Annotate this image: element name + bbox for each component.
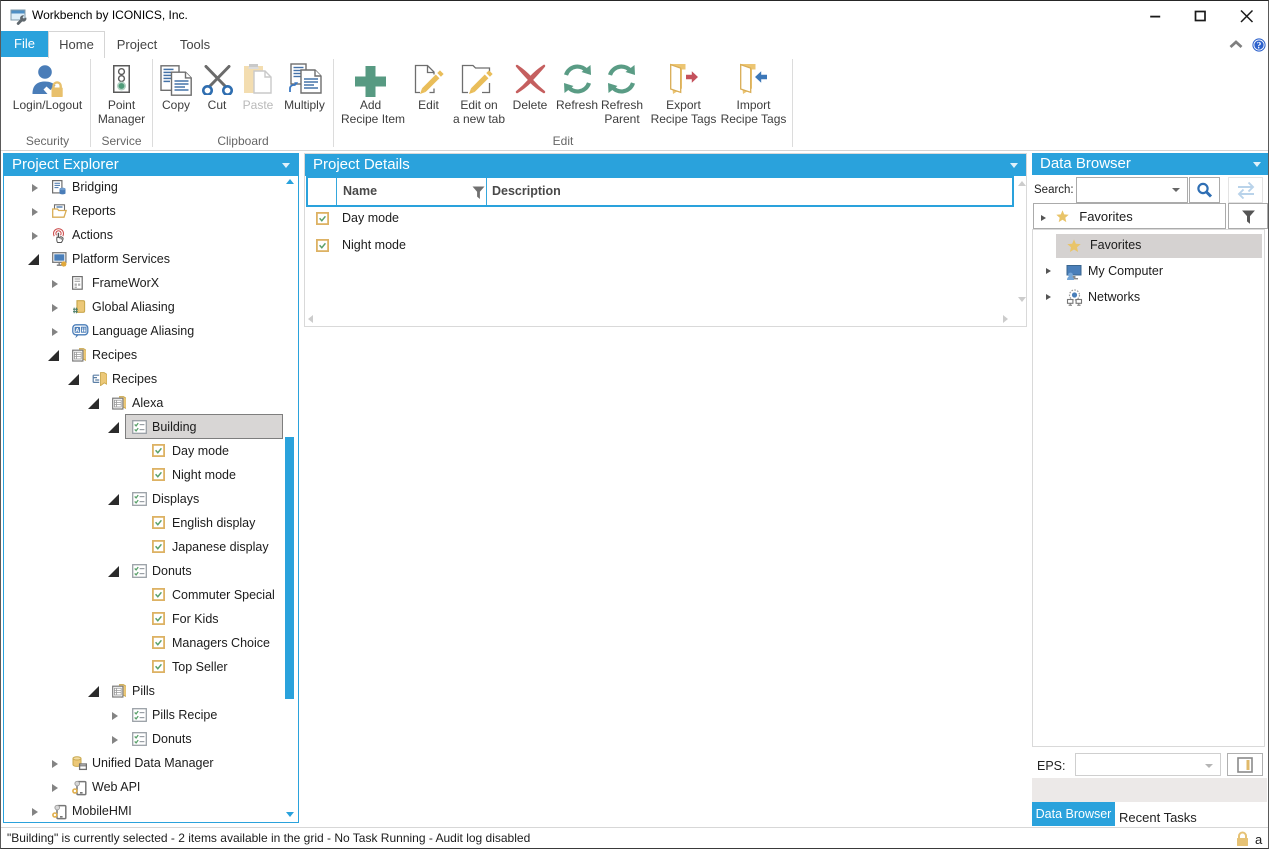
svg-text:?: ?	[1257, 42, 1262, 52]
